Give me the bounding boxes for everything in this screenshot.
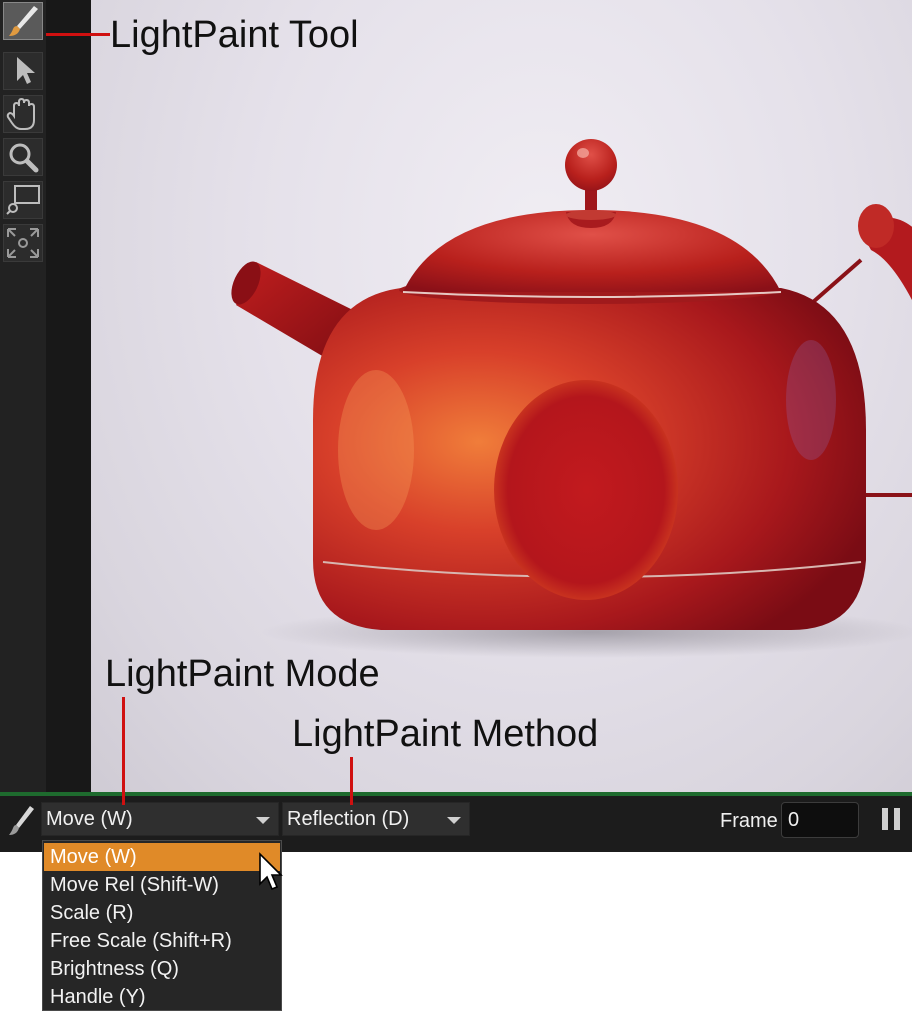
zoom-region-tool-button[interactable] (3, 181, 43, 219)
magnifier-icon (9, 143, 39, 173)
lightpaint-method-dropdown[interactable]: Reflection (D) (282, 802, 470, 836)
zoom-tool-button[interactable] (3, 138, 43, 176)
lightpaint-mode-menu: Move (W) Move Rel (Shift-W) Scale (R) Fr… (42, 840, 282, 1011)
lightpaint-tool-annotation: LightPaint Tool (110, 14, 359, 56)
frame-input[interactable] (781, 802, 859, 838)
select-tool-button[interactable] (3, 52, 43, 90)
zoom-fit-icon (7, 228, 39, 258)
menu-item-scale[interactable]: Scale (R) (44, 899, 280, 927)
tool-strip (0, 0, 47, 795)
hand-icon (6, 97, 35, 130)
pan-tool-button[interactable] (3, 95, 43, 133)
paintbrush-icon (9, 806, 34, 835)
paintbrush-icon (9, 6, 38, 36)
tool-annotation-leader (46, 33, 110, 36)
pause-icon (882, 808, 888, 830)
menu-item-free-scale[interactable]: Free Scale (Shift+R) (44, 927, 280, 955)
zoom-region-icon (6, 185, 40, 215)
lightpaint-method-annotation: LightPaint Method (292, 713, 599, 755)
lightpaint-mode-dropdown[interactable]: Move (W) (41, 802, 279, 836)
toolbar-gutter (46, 0, 91, 795)
pause-icon (894, 808, 900, 830)
chevron-down-icon (447, 817, 461, 824)
lightpaint-method-value: Reflection (D) (287, 808, 410, 830)
lightpaint-mode-annotation: LightPaint Mode (105, 653, 380, 695)
menu-item-move[interactable]: Move (W) (44, 843, 280, 871)
pointer-arrow-icon (17, 57, 35, 84)
menu-item-brightness[interactable]: Brightness (Q) (44, 955, 280, 983)
lightpaint-tool-button[interactable] (3, 2, 43, 40)
pause-button[interactable] (880, 808, 902, 832)
mode-annotation-leader (122, 697, 125, 805)
chevron-down-icon (256, 817, 270, 824)
zoom-fit-tool-button[interactable] (3, 224, 43, 262)
menu-item-move-rel[interactable]: Move Rel (Shift-W) (44, 871, 280, 899)
method-annotation-leader (350, 757, 353, 805)
menu-item-handle[interactable]: Handle (Y) (44, 983, 280, 1011)
mouse-cursor-icon (259, 852, 283, 891)
lightpaint-mode-value: Move (W) (46, 808, 133, 830)
frame-label: Frame (720, 810, 778, 832)
